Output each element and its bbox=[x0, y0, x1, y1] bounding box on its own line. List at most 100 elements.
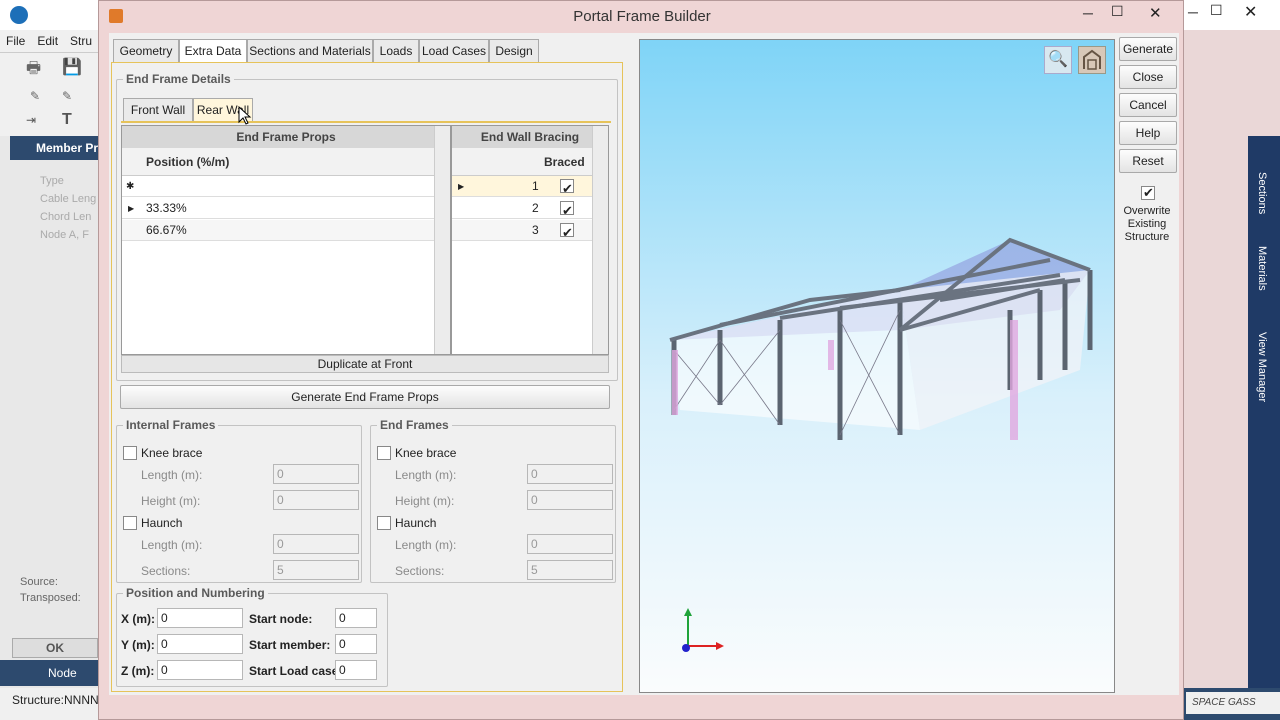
start-member-input[interactable]: 0 bbox=[335, 634, 377, 654]
tab-load-cases[interactable]: Load Cases bbox=[419, 39, 489, 63]
bracing-scrollbar[interactable] bbox=[592, 126, 608, 354]
internal-knee-height-input[interactable]: 0 bbox=[273, 490, 359, 510]
braced-checkbox[interactable] bbox=[560, 178, 574, 199]
props-scrollbar[interactable] bbox=[434, 126, 450, 354]
end-haunch-length-label: Length (m): bbox=[395, 538, 457, 552]
generate-end-frame-props-button[interactable]: Generate End Frame Props bbox=[120, 385, 610, 409]
braced-checkbox[interactable] bbox=[560, 222, 574, 243]
end-frames-title: End Frames bbox=[377, 418, 452, 432]
app-window-controls: ─ ☐ ✕ bbox=[1180, 0, 1280, 30]
dialog-title: Portal Frame Builder bbox=[573, 8, 711, 25]
table-row[interactable]: ▶ 33.33% bbox=[122, 198, 450, 219]
start-load-case-input[interactable]: 0 bbox=[335, 660, 377, 680]
internal-haunch-checkbox[interactable] bbox=[123, 516, 137, 530]
close-icon[interactable]: ✕ bbox=[1244, 2, 1257, 22]
generate-button[interactable]: Generate bbox=[1119, 37, 1177, 61]
internal-sections-input[interactable]: 5 bbox=[273, 560, 359, 580]
table-row[interactable]: 66.67% bbox=[122, 220, 450, 241]
panel-labels: Type Cable Leng Chord Len Node A, F bbox=[40, 175, 97, 241]
internal-frames-group: Internal Frames Knee brace Length (m): 0… bbox=[116, 418, 362, 583]
table-row[interactable]: ▶ 1 bbox=[452, 176, 592, 199]
reset-button[interactable]: Reset bbox=[1119, 149, 1177, 173]
y-input[interactable]: 0 bbox=[157, 634, 243, 654]
end-wall-bracing-header: End Wall Bracing bbox=[452, 126, 608, 148]
internal-haunch-length-input[interactable]: 0 bbox=[273, 534, 359, 554]
end-frames-group: End Frames Knee brace Length (m): 0 Heig… bbox=[370, 418, 616, 583]
end-sections-input[interactable]: 5 bbox=[527, 560, 613, 580]
mouse-cursor-icon bbox=[238, 106, 252, 125]
cancel-button[interactable]: Cancel bbox=[1119, 93, 1177, 117]
end-knee-length-input[interactable]: 0 bbox=[527, 464, 613, 484]
braced-column-header: Braced bbox=[544, 155, 585, 169]
materials-tab[interactable]: Materials bbox=[1256, 246, 1268, 291]
end-frame-props-header: End Frame Props bbox=[122, 126, 450, 148]
text-tool-icon[interactable]: T bbox=[62, 111, 72, 129]
save-icon[interactable]: 💾 bbox=[62, 57, 82, 77]
end-knee-brace-checkbox[interactable] bbox=[377, 446, 391, 460]
print-icon[interactable]: 🖶 bbox=[26, 57, 41, 84]
internal-knee-brace-checkbox[interactable] bbox=[123, 446, 137, 460]
position-numbering-title: Position and Numbering bbox=[123, 586, 268, 600]
ok-button[interactable]: OK bbox=[12, 638, 98, 658]
source-label: Source: bbox=[20, 576, 58, 588]
sections-tab[interactable]: Sections bbox=[1256, 172, 1268, 214]
zoom-icon[interactable]: 🔍 bbox=[1044, 46, 1072, 74]
end-wall-bracing-grid[interactable]: End Wall Bracing Braced ▶ 1 2 bbox=[451, 125, 609, 355]
overwrite-checkbox[interactable] bbox=[1141, 185, 1155, 201]
tab-sections-materials[interactable]: Sections and Materials bbox=[247, 39, 373, 63]
props-column-header-row: Position (%/m) bbox=[122, 148, 450, 176]
menu-file[interactable]: File bbox=[0, 30, 31, 52]
close-button[interactable]: Close bbox=[1119, 65, 1177, 89]
end-knee-length-label: Length (m): bbox=[395, 468, 457, 482]
table-row[interactable]: 2 bbox=[452, 198, 592, 221]
frame-view-icon[interactable] bbox=[1078, 46, 1106, 74]
tab-design[interactable]: Design bbox=[489, 39, 539, 63]
table-row[interactable]: ✱ bbox=[122, 176, 450, 197]
internal-knee-length-input[interactable]: 0 bbox=[273, 464, 359, 484]
pencil-icon[interactable]: ✎ bbox=[62, 89, 72, 103]
app-menubar: File Edit Stru bbox=[0, 30, 100, 52]
pencil-icon[interactable]: ✎ bbox=[30, 89, 40, 103]
tab-extra-data[interactable]: Extra Data bbox=[179, 39, 247, 63]
end-knee-height-input[interactable]: 0 bbox=[527, 490, 613, 510]
tab-geometry[interactable]: Geometry bbox=[113, 39, 179, 63]
duplicate-at-front-button[interactable]: Duplicate at Front bbox=[121, 355, 609, 373]
bracing-index-cell: 1 bbox=[532, 179, 539, 193]
close-icon[interactable]: ✕ bbox=[1149, 4, 1162, 22]
z-input[interactable]: 0 bbox=[157, 660, 243, 680]
end-haunch-checkbox[interactable] bbox=[377, 516, 391, 530]
menu-structure[interactable]: Stru bbox=[64, 30, 98, 52]
x-label: X (m): bbox=[121, 612, 155, 626]
menu-edit[interactable]: Edit bbox=[31, 30, 64, 52]
3d-viewport[interactable]: 🔍 bbox=[639, 39, 1115, 693]
node-properties-tab[interactable]: Node Pr... bbox=[0, 660, 100, 706]
position-cell[interactable]: 33.33% bbox=[146, 198, 187, 219]
braced-checkbox[interactable] bbox=[560, 200, 574, 221]
arrow-tool-icon[interactable]: ⇥ bbox=[26, 113, 36, 127]
tab-loads[interactable]: Loads bbox=[373, 39, 419, 63]
help-button[interactable]: Help bbox=[1119, 121, 1177, 145]
internal-sections-label: Sections: bbox=[141, 564, 191, 578]
tab-front-wall[interactable]: Front Wall bbox=[123, 98, 193, 122]
z-label: Z (m): bbox=[121, 664, 155, 678]
portal-frame-builder-dialog: Portal Frame Builder ─ ☐ ✕ Geometry Extr… bbox=[98, 0, 1184, 720]
end-haunch-length-input[interactable]: 0 bbox=[527, 534, 613, 554]
maximize-icon[interactable]: ☐ bbox=[1210, 2, 1223, 19]
x-input[interactable]: 0 bbox=[157, 608, 243, 628]
app-logo-icon bbox=[10, 6, 28, 24]
table-row[interactable]: 3 bbox=[452, 220, 592, 243]
position-cell[interactable]: 66.67% bbox=[146, 220, 187, 241]
internal-knee-height-label: Height (m): bbox=[141, 494, 201, 508]
start-node-label: Start node: bbox=[249, 612, 313, 626]
dialog-body: Geometry Extra Data Sections and Materia… bbox=[109, 33, 1179, 695]
status-text: Structure:NNNNN bbox=[0, 688, 100, 720]
view-manager-tab[interactable]: View Manager bbox=[1256, 332, 1268, 402]
minimize-icon[interactable]: ─ bbox=[1188, 4, 1198, 20]
minimize-icon[interactable]: ─ bbox=[1083, 5, 1093, 21]
end-frame-details-group: End Frame Details Front Wall Rear Wall E… bbox=[116, 72, 618, 381]
internal-frames-title: Internal Frames bbox=[123, 418, 219, 432]
start-node-input[interactable]: 0 bbox=[335, 608, 377, 628]
end-frame-props-grid[interactable]: End Frame Props Position (%/m) ✱ ▶ 33.33… bbox=[121, 125, 451, 355]
new-row-icon: ✱ bbox=[126, 181, 135, 192]
maximize-icon[interactable]: ☐ bbox=[1111, 3, 1124, 20]
